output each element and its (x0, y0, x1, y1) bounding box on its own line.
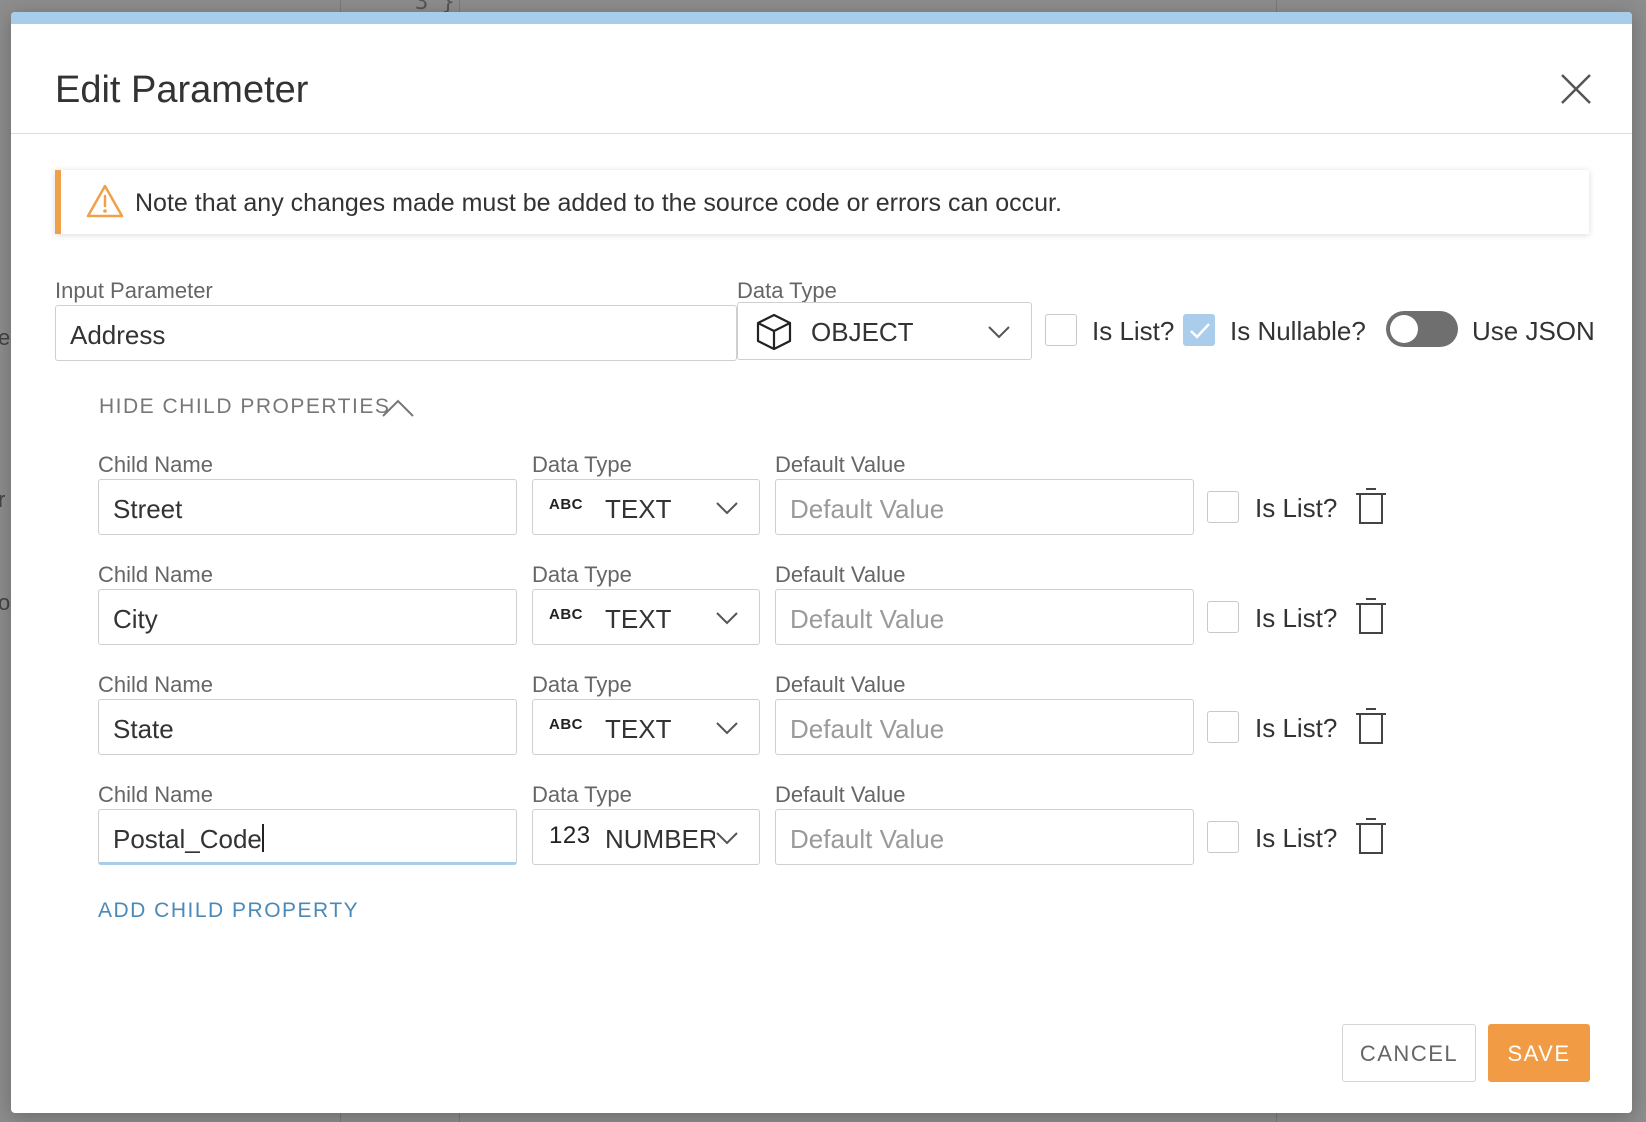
child-data-type-select[interactable]: ABC TEXT (532, 479, 760, 535)
child-data-type-value: NUMBER (605, 824, 718, 854)
dialog-title: Edit Parameter (55, 69, 309, 111)
child-name-label: Child Name (98, 562, 213, 587)
default-value-label: Default Value (775, 562, 906, 587)
add-child-property-button[interactable]: ADD CHILD PROPERTY (98, 899, 359, 923)
dialog-accent-bar (11, 12, 1632, 24)
default-value-label: Default Value (775, 672, 906, 697)
use-json-toggle[interactable] (1386, 311, 1458, 347)
default-value-label: Default Value (775, 452, 906, 477)
cancel-button[interactable]: CANCEL (1342, 1024, 1476, 1082)
data-type-select[interactable]: OBJECT (737, 302, 1032, 360)
is-nullable-checkbox[interactable] (1183, 314, 1215, 346)
background-text: r (0, 487, 6, 512)
child-is-list-label: Is List? (1255, 493, 1338, 523)
trash-icon[interactable] (1354, 597, 1388, 635)
default-value-field[interactable]: Default Value (775, 809, 1194, 865)
is-list-label: Is List? (1092, 316, 1175, 346)
hide-child-properties-toggle[interactable]: HIDE CHILD PROPERTIES (99, 395, 390, 419)
cube-icon (756, 313, 792, 351)
is-nullable-label: Is Nullable? (1230, 316, 1366, 346)
use-json-label: Use JSON (1472, 316, 1595, 346)
child-name-label: Child Name (98, 672, 213, 697)
warning-alert: Note that any changes made must be added… (55, 170, 1589, 234)
child-data-type-label: Data Type (532, 672, 632, 697)
child-name-label: Child Name (98, 782, 213, 807)
input-parameter-field[interactable]: Address (55, 305, 737, 361)
chevron-down-icon (987, 320, 1011, 344)
child-data-type-select[interactable]: ABC TEXT (532, 589, 760, 645)
save-button[interactable]: SAVE (1488, 1024, 1590, 1082)
child-name-field[interactable]: Street (98, 479, 517, 535)
chevron-down-icon (715, 496, 739, 520)
child-is-list-checkbox[interactable] (1207, 711, 1239, 743)
child-name-value: Postal_Code (113, 824, 262, 854)
trash-icon[interactable] (1354, 707, 1388, 745)
child-name-field[interactable]: Postal_Code (98, 809, 517, 865)
number-type-icon: 123 (549, 822, 591, 849)
child-name-label: Child Name (98, 452, 213, 477)
child-data-type-select[interactable]: ABC TEXT (532, 699, 760, 755)
child-is-list-checkbox[interactable] (1207, 601, 1239, 633)
text-type-icon: ABC (549, 716, 583, 733)
child-is-list-checkbox[interactable] (1207, 821, 1239, 853)
trash-icon[interactable] (1354, 487, 1388, 525)
text-type-icon: ABC (549, 606, 583, 623)
chevron-down-icon (715, 606, 739, 630)
child-data-type-label: Data Type (532, 452, 632, 477)
dialog-header: Edit Parameter (11, 24, 1632, 134)
child-is-list-label: Is List? (1255, 713, 1338, 743)
child-data-type-select[interactable]: 123 NUMBER (532, 809, 760, 865)
edit-parameter-dialog: Edit Parameter Note that any changes mad… (11, 12, 1632, 1113)
check-icon (1190, 323, 1210, 339)
child-name-value: Street (113, 494, 183, 524)
child-name-value: State (113, 714, 174, 744)
input-parameter-label: Input Parameter (55, 278, 213, 303)
is-list-checkbox[interactable] (1045, 314, 1077, 346)
toggle-knob (1390, 315, 1418, 343)
chevron-up-icon[interactable] (381, 397, 415, 419)
child-name-field[interactable]: City (98, 589, 517, 645)
chevron-down-icon (715, 716, 739, 740)
child-data-type-value: TEXT (605, 604, 672, 634)
child-data-type-label: Data Type (532, 562, 632, 587)
child-is-list-label: Is List? (1255, 823, 1338, 853)
warning-triangle-icon (86, 184, 124, 218)
alert-message: Note that any changes made must be added… (135, 189, 1062, 217)
default-value-label: Default Value (775, 782, 906, 807)
child-is-list-checkbox[interactable] (1207, 491, 1239, 523)
child-is-list-label: Is List? (1255, 603, 1338, 633)
close-icon (1561, 74, 1591, 104)
data-type-value: OBJECT (811, 317, 914, 347)
default-value-field[interactable]: Default Value (775, 699, 1194, 755)
child-data-type-value: TEXT (605, 494, 672, 524)
text-type-icon: ABC (549, 496, 583, 513)
child-data-type-value: TEXT (605, 714, 672, 744)
child-name-field[interactable]: State (98, 699, 517, 755)
close-button[interactable] (1556, 69, 1596, 109)
background-text: o (0, 590, 11, 615)
default-value-field[interactable]: Default Value (775, 589, 1194, 645)
chevron-down-icon (715, 826, 739, 850)
child-name-value: City (113, 604, 158, 634)
text-caret (261, 824, 264, 852)
trash-icon[interactable] (1354, 817, 1388, 855)
default-value-field[interactable]: Default Value (775, 479, 1194, 535)
data-type-label: Data Type (737, 278, 837, 303)
child-data-type-label: Data Type (532, 782, 632, 807)
